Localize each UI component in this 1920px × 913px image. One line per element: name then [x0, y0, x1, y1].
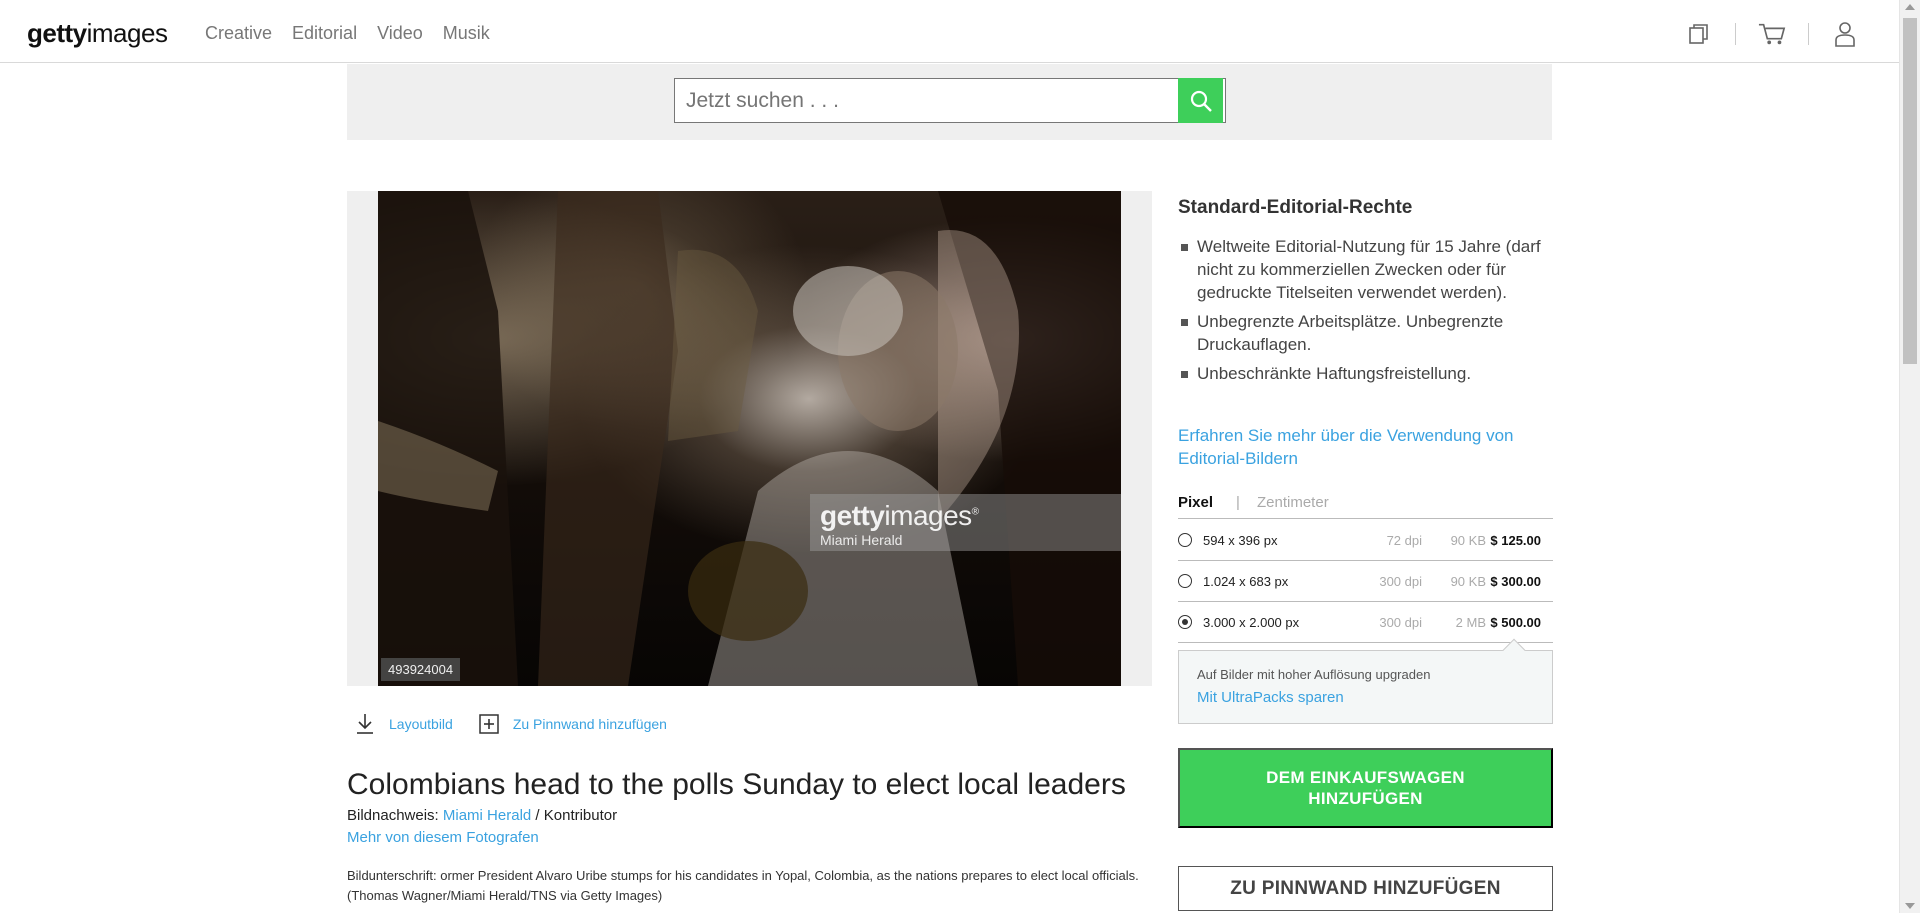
scroll-thumb[interactable]: [1903, 18, 1917, 364]
cart-icon[interactable]: [1758, 20, 1786, 48]
size-radio[interactable]: [1178, 574, 1192, 588]
size-filesize: 2 MB: [1455, 615, 1486, 630]
size-dimensions: 594 x 396 px: [1203, 533, 1278, 548]
tab-zentimeter[interactable]: Zentimeter: [1257, 494, 1329, 511]
unit-tabs: Pixel | Zentimeter: [1178, 494, 1553, 519]
size-filesize: 90 KB: [1450, 533, 1486, 548]
credit-label: Bildnachweis:: [347, 807, 439, 824]
watermark-overlay: gettyimages® Miami Herald: [810, 494, 1121, 551]
size-price: $ 300.00: [1490, 574, 1541, 589]
size-option[interactable]: 3.000 x 2.000 px 300 dpi 2 MB $ 500.00: [1178, 602, 1553, 643]
editorial-usage-link[interactable]: Erfahren Sie mehr über die Verwendung vo…: [1178, 424, 1553, 470]
size-price: $ 500.00: [1490, 615, 1541, 630]
credit-suffix: / Kontributor: [531, 807, 618, 824]
size-option[interactable]: 1.024 x 683 px 300 dpi 90 KB $ 300.00: [1178, 561, 1553, 602]
caption-label: Bildunterschrift:: [347, 868, 437, 883]
scroll-down-arrow-icon[interactable]: [1905, 903, 1915, 909]
nav-creative[interactable]: Creative: [205, 23, 272, 44]
search-band: [347, 64, 1552, 140]
size-dimensions: 1.024 x 683 px: [1203, 574, 1289, 589]
upgrade-box: Auf Bilder mit hoher Auflösung upgraden …: [1178, 638, 1553, 724]
credit-link[interactable]: Miami Herald: [443, 807, 531, 824]
size-dimensions: 3.000 x 2.000 px: [1203, 615, 1300, 630]
size-dpi: 300 dpi: [1379, 574, 1422, 589]
add-to-board-label: Zu Pinnwand hinzufügen: [512, 716, 667, 732]
image-actions: Layoutbild Zu Pinnwand hinzufügen: [355, 713, 667, 735]
add-to-board-link[interactable]: Zu Pinnwand hinzufügen: [479, 714, 667, 734]
tab-pixel[interactable]: Pixel: [1178, 494, 1213, 511]
logo-bold: getty: [27, 18, 87, 48]
editorial-photo[interactable]: gettyimages® Miami Herald 493924004: [378, 191, 1121, 686]
watermark-logo: gettyimages®: [820, 500, 979, 531]
main-nav: Creative Editorial Video Musik: [205, 23, 490, 44]
size-option[interactable]: 594 x 396 px 72 dpi 90 KB $ 125.00: [1178, 520, 1553, 561]
image-credit: Bildnachweis: Miami Herald / Kontributor: [347, 807, 617, 824]
caption-text: ormer President Alvaro Uribe stumps for …: [347, 868, 1139, 903]
layout-image-link[interactable]: Layoutbild: [355, 713, 453, 735]
size-filesize: 90 KB: [1450, 574, 1486, 589]
size-dpi: 300 dpi: [1379, 615, 1422, 630]
add-board-icon: [479, 714, 499, 734]
image-preview-area: gettyimages® Miami Herald 493924004: [347, 191, 1152, 686]
add-to-cart-label: DEM EINKAUFSWAGEN HINZUFÜGEN: [1266, 768, 1465, 808]
header-icons: [1685, 20, 1859, 48]
search-icon: [1190, 90, 1212, 112]
image-caption: Bildunterschrift: ormer President Alvaro…: [347, 866, 1147, 906]
rights-list: Weltweite Editorial-Nutzung für 15 Jahre…: [1178, 235, 1553, 391]
search-button[interactable]: [1178, 78, 1223, 123]
nav-video[interactable]: Video: [377, 23, 423, 44]
image-id-badge: 493924004: [381, 658, 461, 681]
boards-icon[interactable]: [1685, 20, 1713, 48]
logo-light: images: [86, 18, 168, 48]
add-to-board-button[interactable]: ZU PINNWAND HINZUFÜGEN: [1178, 866, 1553, 911]
rights-item: Unbeschränkte Haftungsfreistellung.: [1178, 362, 1553, 385]
size-radio-selected[interactable]: [1178, 615, 1192, 629]
size-radio[interactable]: [1178, 533, 1192, 547]
more-from-photographer-link[interactable]: Mehr von diesem Fotografen: [347, 829, 539, 846]
watermark-credit: Miami Herald: [820, 532, 903, 548]
page-scrollbar[interactable]: [1899, 0, 1920, 913]
download-icon: [357, 714, 373, 734]
tab-separator: |: [1236, 494, 1240, 511]
watermark-logo-light: images: [884, 500, 972, 531]
rights-item: Unbegrenzte Arbeitsplätze. Unbegrenzte D…: [1178, 310, 1553, 356]
layout-image-label: Layoutbild: [389, 716, 453, 732]
size-price: $ 125.00: [1490, 533, 1541, 548]
size-dpi: 72 dpi: [1386, 533, 1422, 548]
ultrapacks-link[interactable]: Mit UltraPacks sparen: [1197, 689, 1344, 706]
user-icon[interactable]: [1831, 20, 1859, 48]
rights-title: Standard-Editorial-Rechte: [1178, 197, 1413, 218]
scroll-up-arrow-icon[interactable]: [1905, 4, 1915, 10]
nav-musik[interactable]: Musik: [443, 23, 490, 44]
gettyimages-logo[interactable]: gettyimages: [27, 18, 168, 49]
nav-editorial[interactable]: Editorial: [292, 23, 357, 44]
image-title: Colombians head to the polls Sunday to e…: [347, 768, 1126, 801]
top-header: gettyimages Creative Editorial Video Mus…: [0, 0, 1899, 63]
header-divider: [1735, 23, 1736, 45]
add-to-cart-button[interactable]: DEM EINKAUFSWAGEN HINZUFÜGEN: [1178, 748, 1553, 828]
header-divider: [1808, 23, 1809, 45]
size-options: 594 x 396 px 72 dpi 90 KB $ 125.00 1.024…: [1178, 520, 1553, 643]
search-input[interactable]: [674, 78, 1226, 123]
upgrade-text: Auf Bilder mit hoher Auflösung upgraden: [1197, 667, 1431, 682]
rights-item: Weltweite Editorial-Nutzung für 15 Jahre…: [1178, 235, 1553, 304]
watermark-logo-bold: getty: [820, 500, 885, 531]
